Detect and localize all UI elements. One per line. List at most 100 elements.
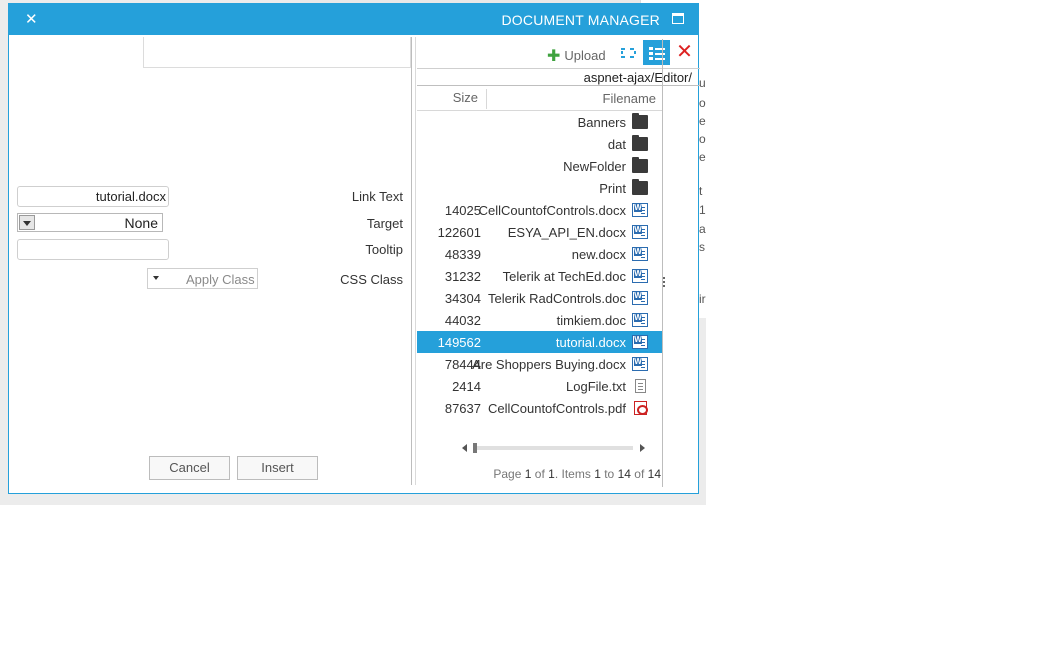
pdf-icon [634,401,648,415]
editor-text-fragment: u [699,76,706,90]
file-name: LogFile.txt [566,379,626,394]
target-label: Target [366,216,403,231]
file-row[interactable]: 34304 Telerik RadControls.doc [417,287,662,309]
file-size: 87637 [444,401,481,416]
file-row[interactable]: dat [417,133,662,155]
file-size: 48339 [444,247,481,262]
file-row[interactable]: 149562 tutorial.docx [417,331,662,353]
file-name: CellCountofControls.pdf [487,401,626,416]
file-row[interactable]: 31232 Telerik at TechEd.doc [417,265,662,287]
folder-icon [632,179,648,195]
right-splitter[interactable] [662,39,663,487]
current-path: aspnet-ajax/Editor/ [417,70,700,86]
plus-icon: ✚ [547,48,561,65]
file-name: Telerik RadControls.doc [487,291,626,306]
pager-info: Page 1 of 1. Items 1 to 14 of 14 [493,467,661,481]
file-name: dat [607,137,626,152]
editor-text-fragment: 1 [699,203,706,217]
pager-page-word: Page [493,467,522,481]
link-text-input[interactable]: tutorial.docx [17,186,169,207]
editor-text-fragment: o [699,96,706,110]
file-row[interactable]: 78444 Are Shoppers Buying.docx [417,353,662,375]
css-class-dropdown[interactable]: Apply Class [147,268,258,289]
file-name: Banners [577,115,626,130]
pager-from: 1 [594,467,601,481]
file-name: Are Shoppers Buying.docx [472,357,626,372]
file-row[interactable]: 2414 LogFile.txt [417,375,662,397]
word-icon [632,203,648,217]
css-class-label: CSS Class [340,272,403,287]
file-name: timkiem.doc [556,313,626,328]
file-row[interactable]: NewFolder [417,155,662,177]
editor-text-fragment: o [699,132,706,146]
tooltip-label: Tooltip [365,242,403,257]
file-row[interactable]: 14025 CellCountofControls.docx [417,199,662,221]
chevron-down-icon[interactable] [19,215,35,230]
preview-area [143,37,411,68]
file-row[interactable]: 122601 ESYA_API_EN.docx [417,221,662,243]
file-row[interactable]: 87637 CellCountofControls.pdf [417,397,662,419]
editor-text-fragment: ir [699,292,706,306]
file-name: Print [599,181,626,196]
tooltip-input[interactable] [17,239,169,260]
word-icon [632,225,648,239]
filename-column-header[interactable]: Filename [603,91,656,106]
file-row[interactable]: 44032 timkiem.doc [417,309,662,331]
size-column-header[interactable]: Size [417,89,487,109]
pane-splitter-edge [415,37,416,485]
file-browser-toolbar: ✚ Upload ✕ [417,37,700,69]
word-icon [632,335,648,349]
file-name: NewFolder [563,159,626,174]
close-icon[interactable]: ✕ [25,10,38,28]
file-name: CellCountofControls.docx [478,203,626,218]
dialog-title: DOCUMENT MANAGER [501,12,660,28]
scroll-left-arrow-icon[interactable] [462,444,467,452]
pager-of-word: of [534,467,545,481]
folder-icon [632,157,648,173]
folder-icon [632,135,648,151]
file-row[interactable]: 48339 new.docx [417,243,662,265]
editor-text-fragment: es [699,114,706,128]
splitter-grip-icon[interactable] [663,277,666,291]
file-grid: Size Filename Banners dat NewFolder Print 14… [417,87,662,419]
file-row[interactable]: Banners [417,111,662,133]
pane-splitter[interactable] [411,37,412,485]
text-file-icon [635,379,646,393]
word-icon [632,291,648,305]
pager-to-word: to [604,467,615,481]
file-name: Telerik at TechEd.doc [502,269,626,284]
file-name: ESYA_API_EN.docx [507,225,626,240]
link-properties-pane: tutorial.docx Link Text None Target Tool… [9,35,411,493]
file-size: 2414 [452,379,481,394]
delete-icon[interactable]: ✕ [671,40,698,65]
scroll-thumb[interactable] [473,443,477,453]
file-size: 122601 [437,225,481,240]
pager-items-word: . Items [554,467,591,481]
dialog-titlebar[interactable]: ✕ DOCUMENT MANAGER [9,4,698,35]
insert-button[interactable]: Insert [237,456,318,480]
link-text-label: Link Text [351,189,403,204]
cancel-button[interactable]: Cancel [149,456,230,480]
horizontal-scrollbar[interactable] [462,442,645,454]
upload-label: Upload [564,48,606,63]
word-icon [632,357,648,371]
file-row[interactable]: Print [417,177,662,199]
target-select-value: None [124,215,158,231]
target-select[interactable]: None [17,213,163,232]
folder-icon [632,113,648,129]
file-size: 14025 [444,203,481,218]
word-icon [632,247,648,261]
list-view-icon[interactable] [643,40,670,65]
maximize-icon[interactable] [672,13,684,24]
upload-button[interactable]: ✚ Upload [547,46,606,66]
scroll-track[interactable] [475,446,633,450]
apply-class-label: Apply Class [186,272,255,287]
file-browser: ✚ Upload ✕ aspnet-ajax/Editor/ Size Filen… [417,37,700,485]
pager-to: 14 [617,467,631,481]
grid-header: Size Filename [417,87,662,111]
word-icon [632,313,648,327]
scroll-right-arrow-icon[interactable] [640,444,645,452]
word-icon [632,269,648,283]
thumbnails-view-icon[interactable] [615,40,642,65]
pager-of-word: of [634,467,645,481]
